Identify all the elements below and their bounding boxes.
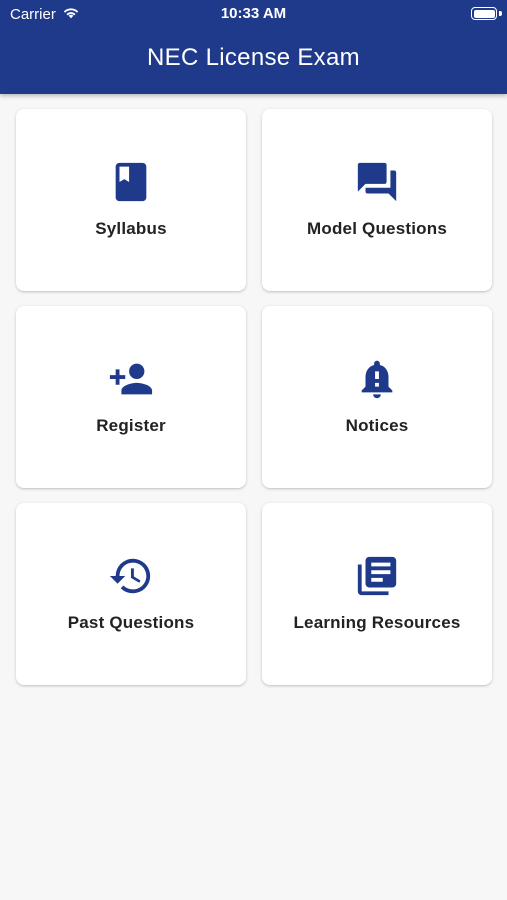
past-questions-tile[interactable]: Past Questions <box>16 503 246 685</box>
menu-grid: Syllabus Model Questions Register Notice… <box>16 109 492 685</box>
register-tile[interactable]: Register <box>16 306 246 488</box>
tile-label: Learning Resources <box>293 613 461 632</box>
status-time: 10:33 AM <box>220 5 287 22</box>
battery-icon <box>471 7 497 20</box>
tile-label: Past Questions <box>67 613 195 632</box>
tile-label: Syllabus <box>95 219 167 238</box>
notices-tile[interactable]: Notices <box>262 306 492 488</box>
bell-alert-icon <box>354 356 400 402</box>
history-clock-icon <box>108 553 154 599</box>
learning-resources-tile[interactable]: Learning Resources <box>262 503 492 685</box>
status-bar: Carrier 10:33 AM <box>0 0 507 28</box>
page-title: NEC License Exam <box>147 44 360 71</box>
add-person-icon <box>108 356 154 402</box>
book-icon <box>108 159 154 205</box>
tile-label: Model Questions <box>307 219 447 238</box>
battery-tip <box>499 11 502 16</box>
tile-label: Register <box>96 416 166 435</box>
model-questions-tile[interactable]: Model Questions <box>262 109 492 291</box>
app-header: Carrier 10:33 AM NEC License Exam <box>0 0 507 94</box>
syllabus-tile[interactable]: Syllabus <box>16 109 246 291</box>
chat-bubbles-icon <box>354 159 400 205</box>
tile-label: Notices <box>345 416 409 435</box>
library-books-icon <box>354 553 400 599</box>
